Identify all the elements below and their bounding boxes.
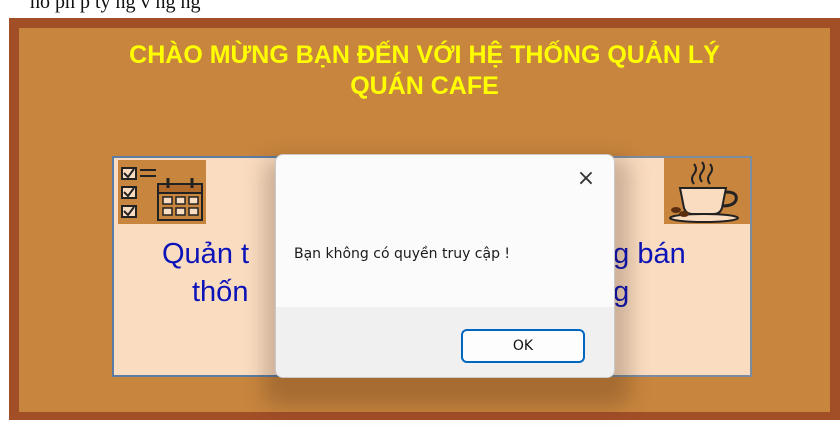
document-text-fragment: ho ph p ty ng v ng ng <box>30 0 201 13</box>
close-icon[interactable]: × <box>568 163 604 195</box>
welcome-title-line2: QUÁN CAFE <box>350 72 499 100</box>
ok-button[interactable]: OK <box>461 329 585 363</box>
welcome-title: CHÀO MỪNG BẠN ĐẾN VỚI HỆ THỐNG QUẢN LÝ Q… <box>19 40 830 102</box>
welcome-title-line1: CHÀO MỪNG BẠN ĐẾN VỚI HỆ THỐNG QUẢN LÝ <box>129 41 720 69</box>
document-top-crop: ho ph p ty ng v ng ng <box>0 0 840 20</box>
message-dialog: × Bạn không có quyền truy cập ! OK <box>275 154 615 378</box>
dialog-message: Bạn không có quyền truy cập ! <box>294 246 511 262</box>
checklist-calendar-icon <box>118 160 206 224</box>
dialog-footer: OK <box>276 307 614 377</box>
coffee-cup-icon <box>664 158 750 224</box>
management-button-label-line2: thốn <box>192 276 249 308</box>
management-button-label-line1: Quản t <box>162 238 250 270</box>
